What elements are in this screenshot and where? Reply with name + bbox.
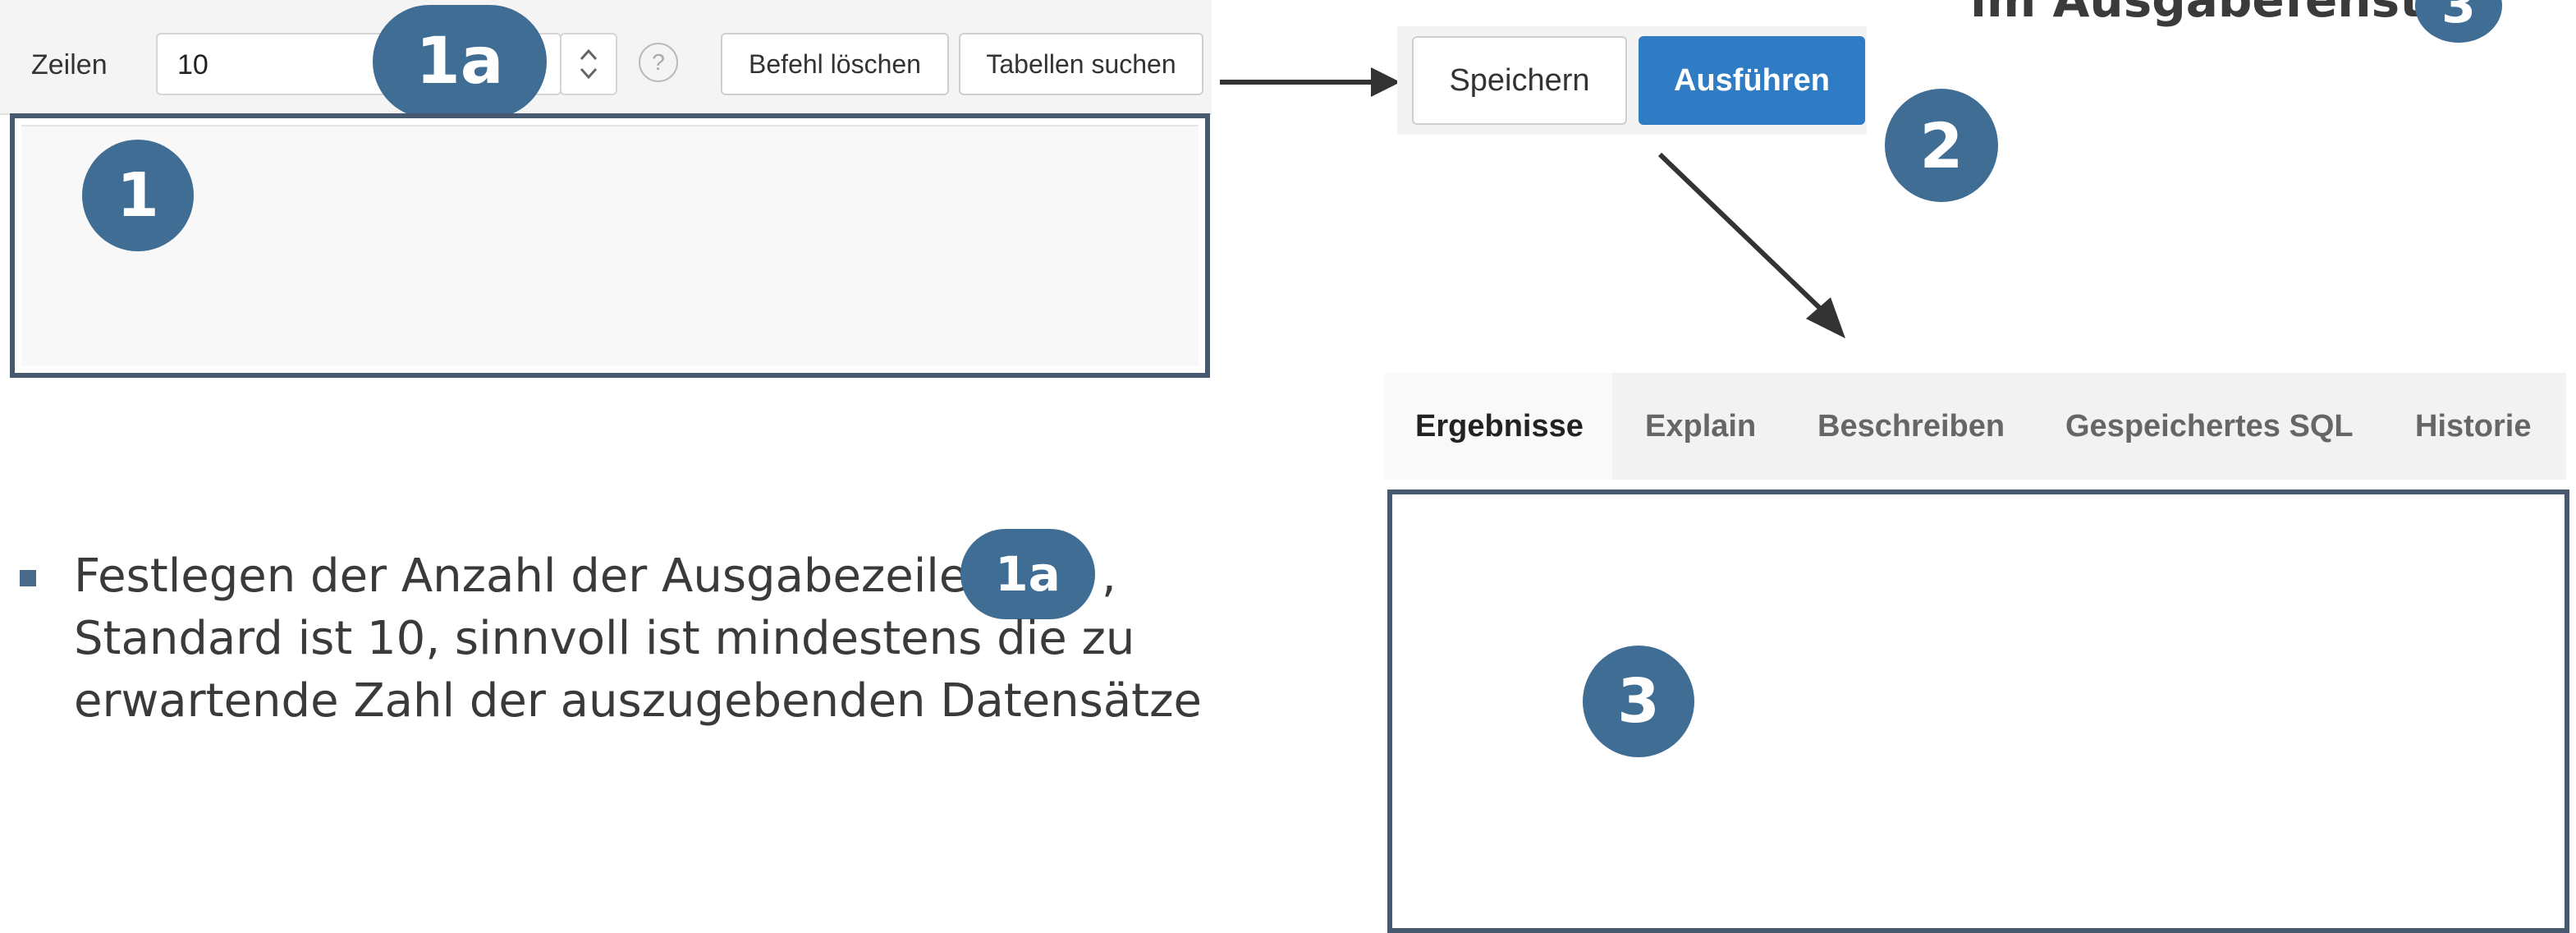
run-button[interactable]: Ausführen xyxy=(1639,36,1865,125)
bullet-square xyxy=(20,570,36,586)
stepper-up-down-icon xyxy=(580,48,598,80)
marker-1: 1 xyxy=(82,140,194,251)
tab-history[interactable]: Historie xyxy=(2415,409,2531,444)
arrow-right-icon xyxy=(1220,67,1400,97)
marker-1a: 1a xyxy=(373,5,547,118)
tab-results[interactable]: Ergebnisse xyxy=(1415,409,1584,444)
arrow-down-right-icon xyxy=(1657,152,1845,338)
explanation-line-2: Standard ist 10, sinnvoll ist mindestens… xyxy=(74,612,1135,665)
explanation-line-1: Festlegen der Anzahl der Ausgabezeilen xyxy=(74,549,997,603)
tab-describe[interactable]: Beschreiben xyxy=(1817,409,2005,444)
output-panel xyxy=(1387,489,2569,933)
rows-label: Zeilen xyxy=(31,49,108,80)
sql-editor-area[interactable] xyxy=(21,125,1199,366)
find-tables-button[interactable]: Tabellen suchen xyxy=(959,33,1203,95)
save-button[interactable]: Speichern xyxy=(1412,36,1627,125)
explanation-comma: , xyxy=(1102,549,1116,603)
help-icon[interactable]: ? xyxy=(639,43,678,82)
marker-1a-inline: 1a xyxy=(960,529,1095,619)
rows-stepper[interactable] xyxy=(560,33,617,95)
header-caption: im Ausgabefenster xyxy=(1970,0,2478,28)
clear-command-button[interactable]: Befehl löschen xyxy=(721,33,949,95)
tab-saved-sql[interactable]: Gespeichertes SQL xyxy=(2065,409,2354,444)
marker-2: 2 xyxy=(1885,89,1998,202)
explanation-line-3: erwartende Zahl der auszugebenden Datens… xyxy=(74,674,1202,728)
sql-editor-panel[interactable] xyxy=(10,113,1210,378)
rows-value: 10 xyxy=(177,49,209,80)
marker-3: 3 xyxy=(1583,646,1694,757)
tab-explain[interactable]: Explain xyxy=(1645,409,1756,444)
